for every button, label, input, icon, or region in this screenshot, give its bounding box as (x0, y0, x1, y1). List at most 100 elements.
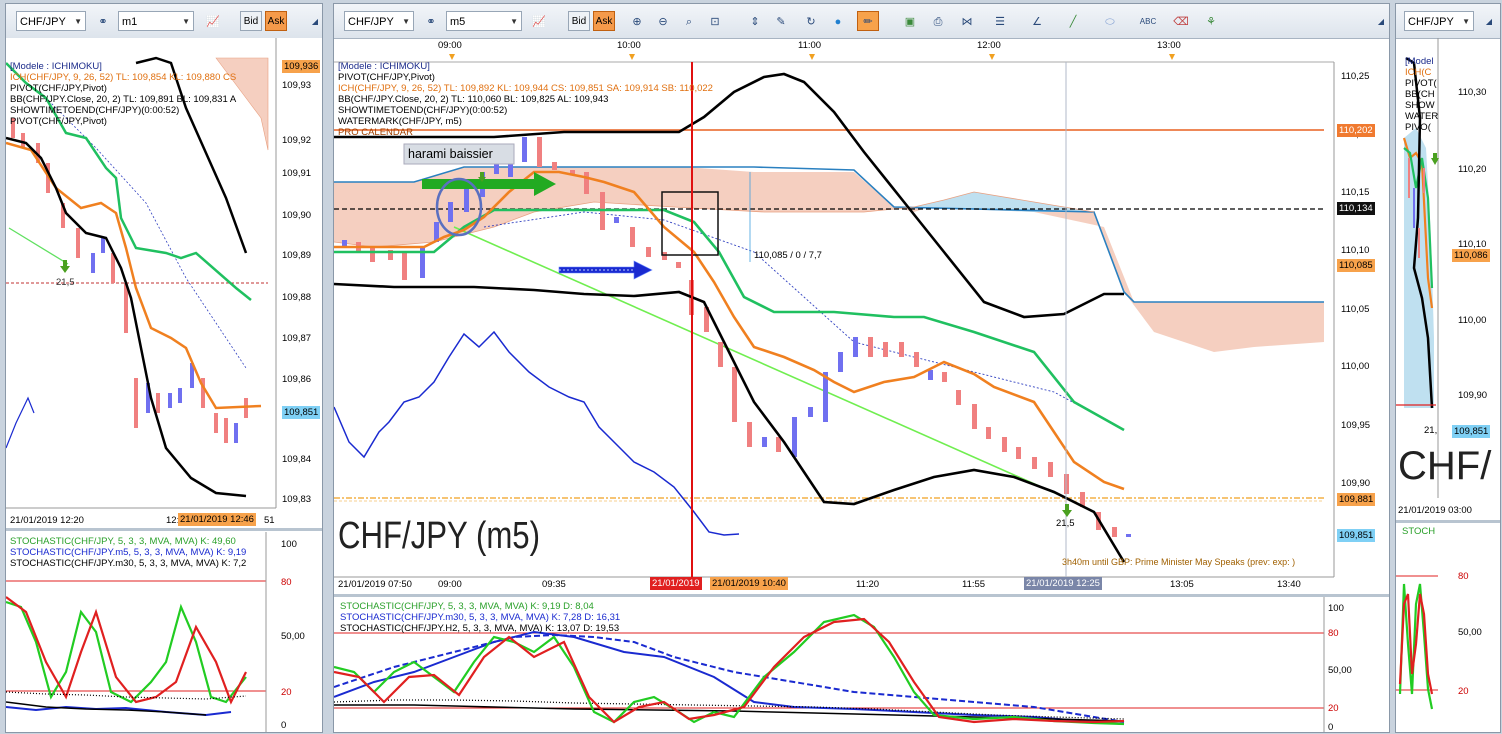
annotate-icon[interactable]: ✎ (770, 11, 792, 31)
fan-icon[interactable]: ∠ (1026, 11, 1048, 31)
link-icon[interactable]: ⚭ (92, 11, 114, 31)
price-tick: 110,30 (1458, 87, 1487, 98)
right-legend-line: PIVOT( (1405, 78, 1437, 89)
center-legend-line: SHOWTIMETOEND(CHF/JPY)(0:00:52) (338, 105, 508, 116)
right-legend-line: SHOW (1405, 100, 1435, 111)
text-tool-icon[interactable]: ABC (1137, 11, 1159, 31)
lines-menu-icon[interactable]: ☰ (989, 11, 1011, 31)
center-legend-line: WATERMARK(CHF/JPY, m5) (338, 116, 462, 127)
left-legend: [Modele : ICHIMOKU] ICH(CHF/JPY, 9, 26, … (10, 61, 236, 127)
left-legend-line: PIVOT(CHF/JPY,Pivot) (10, 116, 107, 127)
print-icon[interactable]: ⎙ (927, 11, 949, 31)
right-watermark: CHF/ (1398, 444, 1492, 488)
right-price-badge-1: 110,086 (1452, 249, 1490, 262)
right-legend-line: WATER (1405, 111, 1439, 122)
right-symbol-select[interactable]: CHF/JPY ▼ (1404, 11, 1474, 31)
harami-annotation[interactable]: harami baissier (408, 147, 493, 161)
objects-tree-icon[interactable]: ⚘ (1200, 11, 1222, 31)
bottom-time: 09:00 (438, 579, 462, 590)
bottom-time: 11:55 (962, 579, 986, 590)
stoch-legend-line: STOCHASTIC(CHF/JPY.m5, 5, 3, 3, MVA, MVA… (10, 547, 247, 558)
center-price-badge-3: 110,085 (1337, 259, 1375, 272)
stoch-tick: 20 (281, 687, 292, 698)
trendline-icon[interactable]: ╱ (1062, 11, 1084, 31)
center-price-badge-5: 109,851 (1337, 529, 1376, 542)
center-timeframe-select[interactable]: m5 ▼ (446, 11, 522, 31)
right-legend-line: PIVO( (1405, 122, 1431, 133)
center-watermark: CHF/JPY (m5) (338, 515, 540, 557)
globe-icon[interactable]: ● (827, 11, 849, 31)
stoch-tick: 80 (1328, 628, 1339, 639)
right-stoch-separator[interactable] (1396, 520, 1500, 523)
left-timeframe-select[interactable]: m1 ▼ (118, 11, 194, 31)
price-tick: 109,83 (282, 494, 312, 505)
top-time: 10:00 (617, 40, 641, 51)
link-icon[interactable]: ⚭ (420, 11, 442, 31)
center-legend-line: BB(CHF/JPY.Close, 20, 2) TL: 110,060 BL:… (338, 94, 609, 105)
fit-vertical-icon[interactable]: ⇕ (744, 11, 766, 31)
left-price-axis[interactable]: 109,93 109,92 109,91 109,90 109,89 109,8… (282, 38, 322, 508)
left-bid-button[interactable]: Bid (240, 11, 262, 31)
price-tick: 109,95 (1341, 420, 1371, 431)
bottom-time: 13:05 (1170, 579, 1194, 590)
collapse-icon[interactable]: ◢ (1370, 11, 1389, 31)
chart-type-icon[interactable]: 📈 (528, 11, 550, 31)
zoom-out-icon[interactable]: ⊖ (652, 11, 674, 31)
top-time: 13:00 (1157, 40, 1181, 51)
left-legend-line: ICH(CHF/JPY, 9, 26, 52) TL: 109,854 KL: … (10, 72, 237, 83)
price-tick: 109,90 (1341, 478, 1371, 489)
left-symbol-select[interactable]: CHF/JPY ▼ (16, 11, 86, 31)
chart-type-icon[interactable]: 📈 (202, 11, 224, 31)
left-ask-button[interactable]: Ask (265, 11, 287, 31)
time-badge-orange: 21/01/2019 10:40 (710, 577, 788, 590)
left-legend-line: BB(CHF/JPY.Close, 20, 2) TL: 109,891 BL:… (10, 94, 237, 105)
right-symbol-value: CHF/JPY (1408, 16, 1454, 28)
collapse-icon[interactable]: ◢ (304, 11, 322, 31)
zoom-in-icon[interactable]: ⊕ (626, 11, 648, 31)
fibonacci-icon[interactable]: ⋈ (956, 11, 978, 31)
image-icon[interactable]: ▣ (899, 11, 921, 31)
zoom-area-icon[interactable]: ⌕ (678, 11, 700, 31)
top-time: 09:00 (438, 40, 462, 51)
collapse-icon[interactable]: ◢ (1478, 11, 1500, 31)
bottom-time: 21/01/2019 07:50 (338, 579, 412, 590)
stoch-tick: 50,00 (1328, 665, 1352, 676)
bottom-time: 13:40 (1277, 579, 1301, 590)
right-stoch-chart[interactable] (1396, 524, 1500, 729)
left-stoch-separator[interactable] (6, 528, 322, 531)
price-tick: 109,92 (282, 135, 312, 146)
left-legend-line: [Modele : ICHIMOKU] (10, 61, 102, 72)
stoch-tick: 0 (281, 720, 287, 731)
right-legend-line: [Model (1405, 56, 1434, 67)
refresh-icon[interactable]: ↻ (800, 11, 822, 31)
left-price-badge-current: 109,851 (282, 406, 321, 419)
center-price-badge-4: 109,881 (1337, 493, 1376, 506)
left-stoch-legend: STOCHASTIC(CHF/JPY, 5, 3, 3, MVA, MVA) K… (10, 536, 246, 569)
left-legend-line: SHOWTIMETOEND(CHF/JPY)(0:00:52) (10, 105, 180, 116)
center-ask-button[interactable]: Ask (593, 11, 615, 31)
ellipse-icon[interactable]: ⬭ (1099, 11, 1121, 31)
stoch-tick: 50,00 (1458, 627, 1482, 638)
pencil-icon[interactable]: ✏ (857, 11, 879, 31)
right-legend-line: BB(CH (1405, 89, 1435, 100)
eraser-icon[interactable]: ⌫ (1170, 11, 1192, 31)
price-tick: 110,05 (1341, 304, 1370, 315)
center-symbol-select[interactable]: CHF/JPY ▼ (344, 11, 414, 31)
zoom-fit-icon[interactable]: ⊡ (704, 11, 726, 31)
right-legend-line: ICH(C (1405, 67, 1432, 78)
price-tick: 109,89 (282, 250, 312, 261)
center-legend: [Modele : ICHIMOKU] PIVOT(CHF/JPY,Pivot)… (338, 61, 713, 138)
stoch-legend-line: STOCHASTIC(CHF/JPY.m30, 5, 3, 3, MVA, MV… (340, 612, 621, 623)
calendar-event[interactable]: 3h40m until GBP: Prime Minister May Spea… (1062, 557, 1295, 568)
stoch-tick: 20 (1328, 703, 1339, 714)
right-toolbar: CHF/JPY ▼ ◢ (1396, 4, 1500, 39)
price-tick: 110,25 (1341, 71, 1370, 82)
right-time-label: 21/01/2019 03:00 (1398, 505, 1472, 516)
price-tick: 110,00 (1341, 361, 1370, 372)
price-tick: 110,00 (1458, 315, 1487, 326)
price-tick: 109,88 (282, 292, 312, 303)
center-bottom-time-axis[interactable]: 21/01/2019 07:50 09:00 09:35 21/01/2019 … (334, 577, 1334, 595)
center-bid-button[interactable]: Bid (568, 11, 590, 31)
stoch-tick: 80 (281, 577, 292, 588)
center-symbol-value: CHF/JPY (348, 16, 394, 28)
